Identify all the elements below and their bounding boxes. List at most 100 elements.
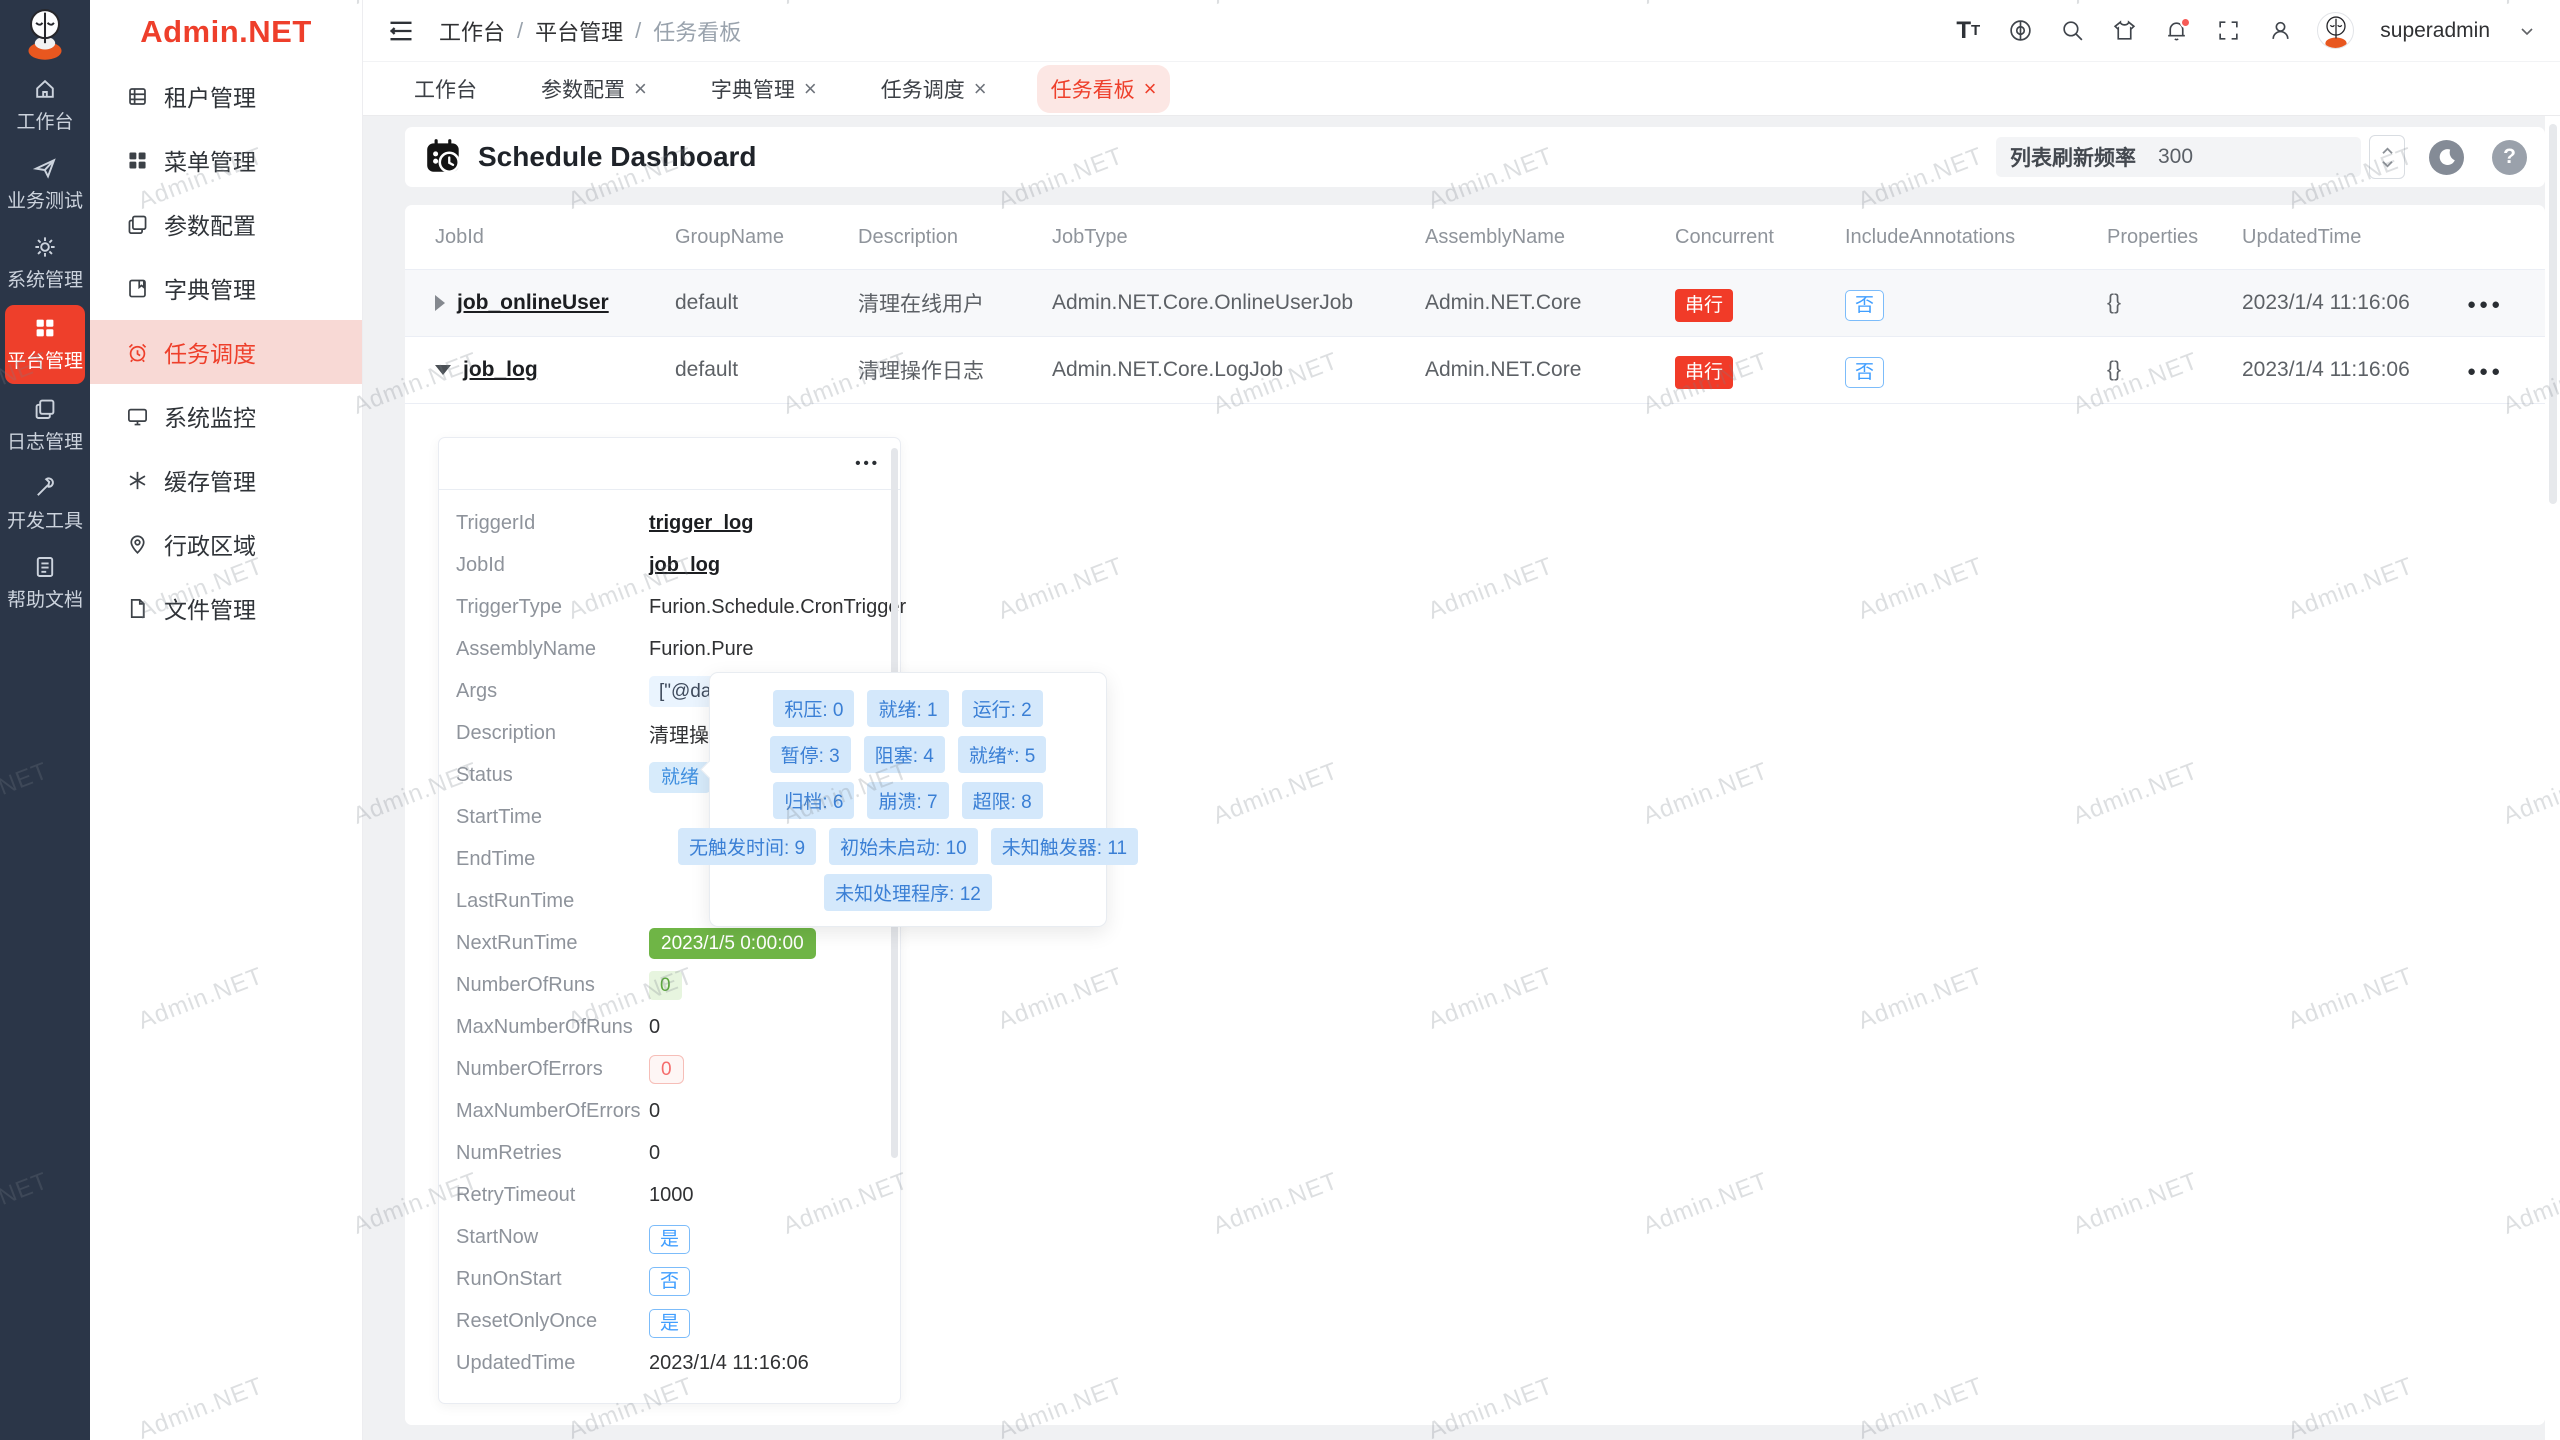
tab-config[interactable]: 参数配置× — [527, 65, 661, 113]
detail-field-label: Args — [456, 680, 649, 703]
font-size-button[interactable]: TT — [1953, 16, 1983, 46]
rail-item-platform-admin[interactable]: 平台管理 — [5, 305, 85, 384]
detail-field-label: RunOnStart — [456, 1268, 649, 1291]
concurrent-badge: 串行 — [1675, 356, 1733, 389]
column-header: Properties — [2107, 226, 2242, 249]
sidebar-item-task-schedule[interactable]: 任务调度 — [90, 320, 362, 384]
cell-properties: {} — [2107, 291, 2242, 315]
close-icon[interactable]: × — [804, 78, 817, 100]
rail-item-help-docs[interactable]: 帮助文档 — [0, 544, 90, 623]
detail-field-label: AssemblyName — [456, 638, 649, 661]
sidebar-item-config[interactable]: 参数配置 — [90, 192, 362, 256]
cell-description: 清理在线用户 — [858, 288, 1052, 318]
map-pin-icon — [126, 533, 149, 556]
close-icon[interactable]: × — [1144, 78, 1157, 100]
detail-field-value: 是 — [649, 1309, 690, 1338]
row-actions-button[interactable]: ●●● — [2467, 296, 2503, 313]
sidebar-item-cache[interactable]: 缓存管理 — [90, 448, 362, 512]
refresh-rate-stepper[interactable] — [2369, 135, 2405, 179]
job-id-link[interactable]: job_log — [463, 358, 538, 382]
refresh-rate-input[interactable]: 列表刷新频率 300 — [1996, 137, 2361, 177]
detail-actions-button[interactable]: ••• — [855, 455, 880, 472]
sidebar-item-menu[interactable]: 菜单管理 — [90, 128, 362, 192]
tab-task-schedule[interactable]: 任务调度× — [867, 65, 1001, 113]
main-area: 工作台 / 平台管理 / 任务看板 TT — [363, 0, 2560, 1440]
expand-caret[interactable] — [435, 295, 445, 311]
rail-item-system-admin[interactable]: 系统管理 — [0, 224, 90, 303]
notifications-button[interactable] — [2161, 16, 2191, 46]
current-user[interactable]: superadmin — [2380, 19, 2490, 43]
rail-item-business-test[interactable]: 业务测试 — [0, 145, 90, 224]
status-badge: 就绪*: 5 — [958, 736, 1047, 773]
tab-workbench[interactable]: 工作台 — [400, 65, 491, 113]
detail-field-value: 0 — [649, 1100, 660, 1122]
shirt-icon — [2112, 18, 2137, 43]
detail-field-row: MaxNumberOfErrors 0 — [439, 1090, 900, 1132]
gear-icon — [33, 235, 57, 259]
column-header: Concurrent — [1675, 226, 1845, 249]
cell-assembly: Admin.NET.Core — [1425, 291, 1675, 315]
status-legend-tooltip: 积压: 0就绪: 1运行: 2 暂停: 3阻塞: 4就绪*: 5 归档: 6崩溃… — [709, 672, 1107, 927]
sidebar-item-region[interactable]: 行政区域 — [90, 512, 362, 576]
breadcrumb-workbench[interactable]: 工作台 — [439, 15, 505, 47]
scrollbar-thumb[interactable] — [2549, 124, 2557, 504]
help-button[interactable]: ? — [2492, 140, 2527, 175]
collapse-caret[interactable] — [435, 365, 451, 375]
alarm-clock-icon — [126, 341, 149, 364]
step-down-icon[interactable] — [2381, 159, 2394, 168]
language-button[interactable] — [2005, 16, 2035, 46]
status-badge: 积压: 0 — [773, 690, 854, 727]
rail-item-log-admin[interactable]: 日志管理 — [0, 386, 90, 465]
topbar: 工作台 / 平台管理 / 任务看板 TT — [363, 0, 2560, 62]
detail-field-row: RunOnStart 否 — [439, 1258, 900, 1300]
breadcrumb-platform[interactable]: 平台管理 — [535, 15, 623, 47]
avatar[interactable] — [2317, 12, 2354, 49]
tab-task-dashboard[interactable]: 任务看板× — [1037, 65, 1171, 113]
detail-field-row: NumberOfErrors 0 — [439, 1048, 900, 1090]
status-badge: 超限: 8 — [962, 782, 1043, 819]
sidebar-item-dictionary[interactable]: 字典管理 — [90, 256, 362, 320]
detail-field-label: StartTime — [456, 806, 649, 829]
detail-field-value[interactable]: trigger_log — [649, 512, 753, 534]
detail-field-value[interactable]: job_log — [649, 554, 720, 576]
content-area: Schedule Dashboard 列表刷新频率 300 ? JobIdGro… — [363, 116, 2560, 1440]
detail-field-label: EndTime — [456, 848, 649, 871]
profile-button[interactable] — [2265, 16, 2295, 46]
breadcrumb: 工作台 / 平台管理 / 任务看板 — [439, 15, 741, 47]
collapse-menu-icon[interactable] — [387, 17, 415, 45]
dark-mode-button[interactable] — [2429, 140, 2464, 175]
cell-updated-time: 2023/1/4 11:16:06 — [2242, 358, 2467, 382]
user-menu-button[interactable] — [2512, 16, 2542, 46]
refresh-rate-value[interactable]: 300 — [2158, 145, 2347, 169]
step-up-icon[interactable] — [2381, 147, 2394, 156]
table-row: job_log default 清理操作日志 Admin.NET.Core.Lo… — [405, 337, 2545, 404]
cell-jobtype: Admin.NET.Core.LogJob — [1052, 358, 1425, 382]
fullscreen-button[interactable] — [2213, 16, 2243, 46]
page-title: Schedule Dashboard — [478, 141, 757, 173]
detail-field-value: 0 — [649, 1142, 660, 1164]
tab-dictionary[interactable]: 字典管理× — [697, 65, 831, 113]
detail-field-label: NumberOfRuns — [456, 974, 649, 997]
job-id-link[interactable]: job_onlineUser — [457, 291, 609, 315]
snowflake-icon — [126, 469, 149, 492]
detail-field-row: ResetOnlyOnce 是 — [439, 1300, 900, 1342]
sidebar-item-files[interactable]: 文件管理 — [90, 576, 362, 640]
brand-title: Admin.NET — [90, 0, 362, 64]
detail-field-label: NextRunTime — [456, 932, 649, 955]
wrench-icon — [33, 476, 57, 500]
detail-field-value: 是 — [649, 1225, 690, 1254]
grid-icon — [33, 316, 57, 340]
detail-field-label: ResetOnlyOnce — [456, 1310, 649, 1333]
search-button[interactable] — [2057, 16, 2087, 46]
row-actions-button[interactable]: ●●● — [2467, 363, 2503, 380]
rail-item-dev-tools[interactable]: 开发工具 — [0, 465, 90, 544]
page-scrollbar[interactable] — [2545, 116, 2560, 1440]
sidebar-item-system-monitor[interactable]: 系统监控 — [90, 384, 362, 448]
rail-item-workbench[interactable]: 工作台 — [0, 66, 90, 145]
theme-button[interactable] — [2109, 16, 2139, 46]
sidebar-item-tenant[interactable]: 租户管理 — [90, 64, 362, 128]
detail-field-row: RetryTimeout 1000 — [439, 1174, 900, 1216]
close-icon[interactable]: × — [974, 78, 987, 100]
document-icon — [33, 555, 57, 579]
close-icon[interactable]: × — [634, 78, 647, 100]
